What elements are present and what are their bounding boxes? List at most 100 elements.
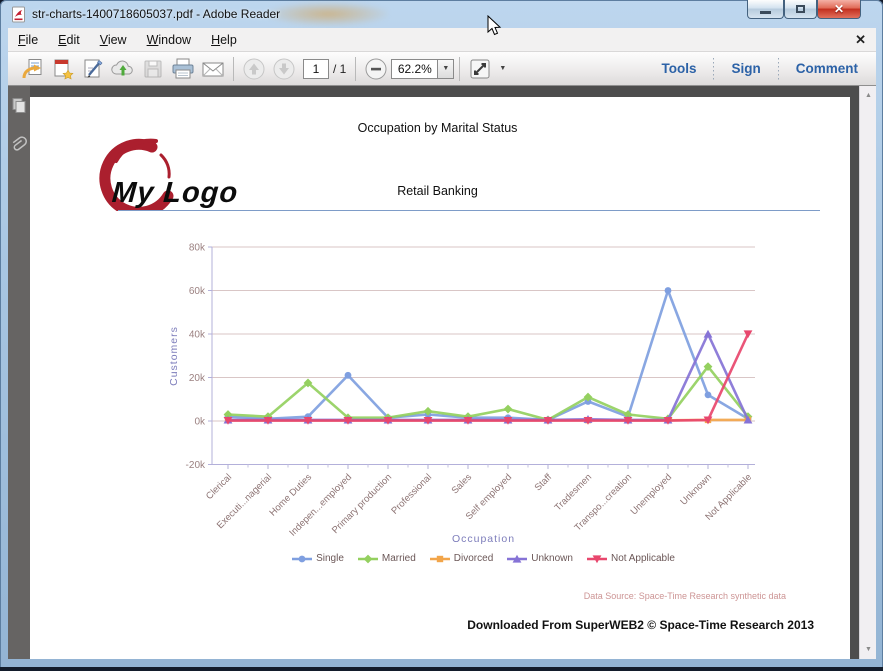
- email-icon: [202, 62, 224, 76]
- fit-page-icon: [470, 59, 490, 78]
- scroll-up-button[interactable]: ▲: [860, 88, 877, 103]
- send-cloud-button[interactable]: [108, 55, 138, 83]
- document-pane: Occupation by Marital Status My Logo Ret…: [8, 86, 876, 659]
- close-document-icon[interactable]: ✕: [855, 32, 866, 48]
- panel-separator: [777, 57, 779, 80]
- page-number-input[interactable]: [303, 58, 329, 79]
- svg-text:Tradesmen: Tradesmen: [553, 472, 595, 514]
- page-down-icon: [273, 58, 295, 79]
- legend-marker-icon: [586, 554, 607, 563]
- menu-edit[interactable]: Edit: [48, 29, 90, 51]
- toolbar-separator: [355, 56, 357, 81]
- svg-text:-20k: -20k: [186, 460, 206, 471]
- create-pdf-button[interactable]: [48, 55, 78, 83]
- company-logo: My Logo: [86, 133, 276, 218]
- minimize-icon: [760, 11, 771, 14]
- page-up-icon: [243, 58, 265, 79]
- desktop-glare: [268, 2, 388, 26]
- next-page-button[interactable]: [269, 55, 299, 83]
- sign-panel-tab[interactable]: Sign: [723, 61, 768, 76]
- line-chart: 80k 60k 40k 20k 0k -20k Clerical Executi...nage…: [130, 227, 837, 549]
- legend-marker-icon: [429, 555, 450, 562]
- save-button[interactable]: [138, 55, 168, 83]
- scroll-up-icon: ▲: [865, 92, 872, 99]
- print-button[interactable]: [168, 55, 198, 83]
- toolbar-separator: [459, 56, 461, 81]
- toolbar-overflow-icon[interactable]: ▼: [499, 65, 506, 72]
- legend-marker-icon: [507, 554, 528, 563]
- close-button[interactable]: ✕: [817, 0, 861, 19]
- data-source-note: Data Source: Space-Time Research synthet…: [583, 591, 786, 601]
- toolbar-separator: [233, 56, 234, 81]
- legend-item: Unknown: [507, 553, 573, 564]
- fill-sign-icon: [84, 59, 103, 78]
- chart-legend: Single Married Divorced Unknown Not Applicab…: [130, 553, 837, 564]
- pdf-page: Occupation by Marital Status My Logo Ret…: [30, 97, 850, 659]
- svg-text:Professional: Professional: [389, 472, 434, 517]
- pdf-file-icon: [12, 6, 25, 23]
- svg-text:20k: 20k: [189, 373, 206, 384]
- minimize-button[interactable]: [747, 0, 784, 19]
- menu-bar: File Edit View Window Help ✕: [8, 28, 876, 52]
- legend-label: Divorced: [453, 553, 494, 564]
- legend-label: Not Applicable: [610, 553, 675, 564]
- svg-text:80k: 80k: [189, 243, 206, 254]
- adobe-reader-window: str-charts-1400718605037.pdf - Adobe Rea…: [0, 0, 883, 671]
- page-thumbnails-button[interactable]: [10, 95, 28, 115]
- cloud-upload-icon: [111, 60, 133, 75]
- open-icon: [22, 58, 42, 78]
- maximize-icon: [796, 5, 805, 13]
- svg-text:Sales: Sales: [450, 472, 475, 497]
- vertical-scrollbar[interactable]: ▲ ▼: [859, 86, 876, 659]
- navigation-sidebar: [8, 86, 30, 659]
- header-divider: [118, 210, 820, 211]
- fit-page-button[interactable]: [465, 55, 495, 83]
- svg-text:Staff: Staff: [533, 472, 555, 494]
- zoom-out-button[interactable]: [361, 55, 391, 83]
- scroll-down-button[interactable]: ▼: [860, 642, 877, 657]
- svg-text:Occupation: Occupation: [452, 533, 515, 545]
- legend-label: Married: [381, 553, 416, 564]
- legend-item: Not Applicable: [586, 553, 675, 564]
- fill-sign-button[interactable]: [78, 55, 108, 83]
- mouse-cursor: [487, 15, 502, 36]
- legend-marker-icon: [292, 555, 313, 562]
- svg-text:60k: 60k: [189, 286, 206, 297]
- legend-item: Married: [357, 553, 416, 564]
- menu-file[interactable]: File: [8, 29, 48, 51]
- legend-label: Unknown: [531, 553, 573, 564]
- menu-help[interactable]: Help: [201, 29, 247, 51]
- svg-text:40k: 40k: [189, 330, 206, 341]
- svg-text:Unknown: Unknown: [678, 472, 714, 508]
- legend-marker-icon: [357, 554, 378, 563]
- menu-view[interactable]: View: [90, 29, 137, 51]
- open-button[interactable]: [18, 55, 48, 83]
- create-pdf-icon: [54, 59, 74, 80]
- panel-separator: [713, 57, 715, 80]
- report-subtitle: Retail Banking: [397, 184, 478, 198]
- attachments-button[interactable]: [10, 132, 28, 152]
- page-total-label: / 1: [333, 61, 347, 76]
- comment-panel-tab[interactable]: Comment: [788, 61, 866, 76]
- svg-text:0k: 0k: [194, 417, 206, 428]
- legend-item: Single: [292, 553, 344, 564]
- tools-panel-tab[interactable]: Tools: [653, 61, 704, 76]
- svg-text:Unemployed: Unemployed: [629, 472, 674, 517]
- zoom-dropdown-button[interactable]: ▼: [437, 58, 455, 79]
- download-footer: Downloaded From SuperWEB2 © Space-Time R…: [467, 618, 814, 632]
- maximize-button[interactable]: [784, 0, 817, 19]
- close-icon: ✕: [833, 2, 845, 16]
- previous-page-button[interactable]: [239, 55, 269, 83]
- toolbar: / 1 ▼ ▼ Tools Sign Comment: [8, 52, 876, 86]
- scroll-down-icon: ▼: [865, 646, 872, 653]
- zoom-level-input[interactable]: [391, 58, 438, 79]
- menu-window[interactable]: Window: [137, 29, 201, 51]
- svg-text:Clerical: Clerical: [204, 472, 234, 502]
- title-bar[interactable]: str-charts-1400718605037.pdf - Adobe Rea…: [0, 0, 883, 28]
- save-icon: [144, 60, 162, 77]
- email-button[interactable]: [198, 55, 228, 83]
- legend-label: Single: [316, 553, 344, 564]
- chevron-down-icon: ▼: [442, 65, 450, 72]
- window-title: str-charts-1400718605037.pdf - Adobe Rea…: [32, 7, 281, 21]
- svg-text:Customers: Customers: [168, 326, 180, 386]
